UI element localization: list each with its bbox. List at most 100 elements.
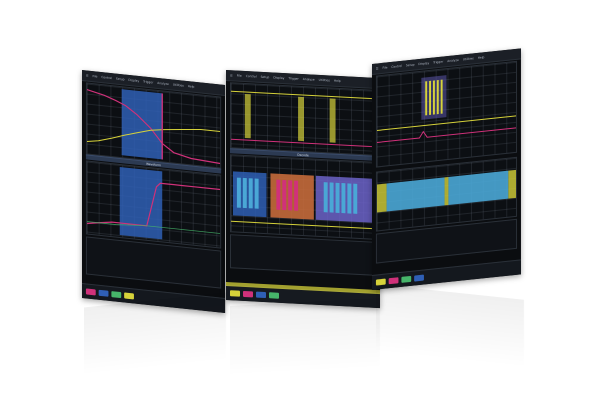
table-cell bbox=[257, 239, 275, 240]
waveform-grid-top bbox=[230, 82, 376, 156]
packet-table bbox=[230, 234, 376, 276]
zoom-bar bbox=[429, 80, 432, 116]
table-cell bbox=[112, 242, 130, 244]
menu-item[interactable]: Control bbox=[391, 64, 402, 69]
table-cell bbox=[305, 241, 323, 242]
menu-item[interactable]: Utilities bbox=[463, 56, 474, 61]
status-chip[interactable] bbox=[243, 290, 253, 298]
burst-block bbox=[329, 98, 336, 143]
table-cell bbox=[89, 240, 107, 242]
menu-item[interactable]: File bbox=[382, 65, 387, 70]
waveform-plot-bottom bbox=[86, 166, 221, 240]
menu-icon[interactable]: ☰ bbox=[230, 73, 233, 77]
table-cell bbox=[112, 242, 130, 244]
table-cell bbox=[257, 239, 275, 240]
menu-item[interactable]: Trigger bbox=[143, 79, 153, 84]
table-cell bbox=[402, 232, 420, 234]
table-cell bbox=[89, 240, 107, 242]
status-chip[interactable] bbox=[269, 292, 279, 299]
zoom-bar bbox=[440, 79, 443, 114]
status-chip[interactable] bbox=[85, 288, 96, 296]
menu-item[interactable]: Help bbox=[334, 79, 341, 83]
menu-item[interactable]: Trigger bbox=[288, 76, 298, 81]
packet-bar bbox=[288, 180, 293, 211]
table-cell bbox=[426, 229, 444, 231]
menu-item[interactable]: Help bbox=[188, 84, 195, 89]
menu-item[interactable]: Setup bbox=[406, 63, 415, 68]
burst-block bbox=[298, 96, 304, 142]
table-cell bbox=[379, 234, 397, 236]
waveform-grid-bottom bbox=[85, 160, 222, 249]
packet-bar bbox=[282, 179, 287, 211]
digital-plot-top bbox=[231, 90, 375, 148]
scope-screen-middle: ☰ File Control Setup Display Trigger Ana… bbox=[226, 70, 380, 309]
packet-bar bbox=[323, 182, 328, 213]
status-chip[interactable] bbox=[230, 290, 240, 297]
menu-item[interactable]: Setup bbox=[261, 75, 270, 79]
zoom-plot bbox=[376, 75, 517, 143]
table-cell bbox=[426, 229, 444, 231]
decode-block bbox=[386, 177, 445, 212]
table-cell bbox=[233, 237, 251, 238]
packet-bar bbox=[341, 183, 346, 214]
packet-bar bbox=[329, 182, 334, 213]
table-cell bbox=[281, 240, 299, 241]
decode-edge bbox=[444, 176, 449, 206]
decode-edge bbox=[376, 183, 387, 213]
packet-bar bbox=[276, 179, 281, 210]
table-cell bbox=[112, 242, 130, 244]
table-cell bbox=[159, 247, 177, 249]
menu-item[interactable]: Display bbox=[273, 75, 284, 80]
packet-bar bbox=[248, 178, 253, 209]
zoom-bar bbox=[425, 81, 428, 116]
menu-icon[interactable]: ☰ bbox=[86, 73, 89, 77]
trace-magenta bbox=[376, 127, 517, 143]
waveform-grid-top bbox=[375, 60, 518, 168]
status-chip[interactable] bbox=[124, 292, 134, 300]
packet-bar bbox=[242, 177, 247, 209]
status-chip[interactable] bbox=[401, 275, 412, 283]
table-cell bbox=[281, 240, 299, 241]
table-cell bbox=[305, 241, 323, 242]
zoom-bar bbox=[436, 79, 439, 115]
table-cell bbox=[379, 234, 397, 236]
menu-item[interactable]: Analyze bbox=[303, 77, 315, 82]
table-cell bbox=[89, 240, 107, 242]
section-label: Decode bbox=[297, 152, 309, 158]
menu-item[interactable]: Utilities bbox=[319, 78, 330, 83]
decode-grid bbox=[230, 154, 376, 240]
highlight-region bbox=[121, 89, 163, 160]
menu-item[interactable]: Analyze bbox=[157, 81, 169, 86]
table-cell bbox=[257, 239, 275, 240]
menu-item[interactable]: Control bbox=[246, 74, 257, 79]
menu-item[interactable]: Control bbox=[101, 75, 112, 80]
decode-block bbox=[448, 170, 509, 205]
menu-item[interactable]: Setup bbox=[116, 77, 125, 82]
status-chip[interactable] bbox=[98, 289, 109, 297]
menu-item[interactable]: Trigger bbox=[433, 60, 443, 65]
menu-item[interactable]: Utilities bbox=[173, 83, 184, 88]
menu-item[interactable]: File bbox=[237, 74, 242, 78]
burst-block bbox=[244, 93, 251, 139]
menu-item[interactable]: File bbox=[92, 74, 97, 79]
status-chip[interactable] bbox=[388, 277, 399, 285]
table-cell bbox=[136, 245, 154, 247]
table-cell bbox=[159, 247, 177, 249]
menu-item[interactable]: Help bbox=[478, 55, 485, 60]
packet-bar bbox=[236, 177, 241, 208]
table-cell bbox=[305, 241, 323, 242]
table-cell bbox=[449, 227, 467, 229]
status-chip[interactable] bbox=[111, 291, 122, 299]
table-cell bbox=[89, 240, 107, 242]
table-cell bbox=[136, 245, 154, 247]
status-chip[interactable] bbox=[414, 274, 424, 282]
menu-item[interactable]: Display bbox=[128, 78, 139, 83]
table-cell bbox=[159, 247, 177, 249]
table-cell bbox=[449, 227, 467, 229]
menu-item[interactable]: Analyze bbox=[447, 58, 459, 63]
menu-icon[interactable]: ☰ bbox=[376, 66, 379, 70]
menu-item[interactable]: Display bbox=[418, 61, 429, 66]
table-cell bbox=[112, 242, 130, 244]
status-chip[interactable] bbox=[256, 291, 266, 299]
trace-yellow bbox=[376, 115, 517, 131]
